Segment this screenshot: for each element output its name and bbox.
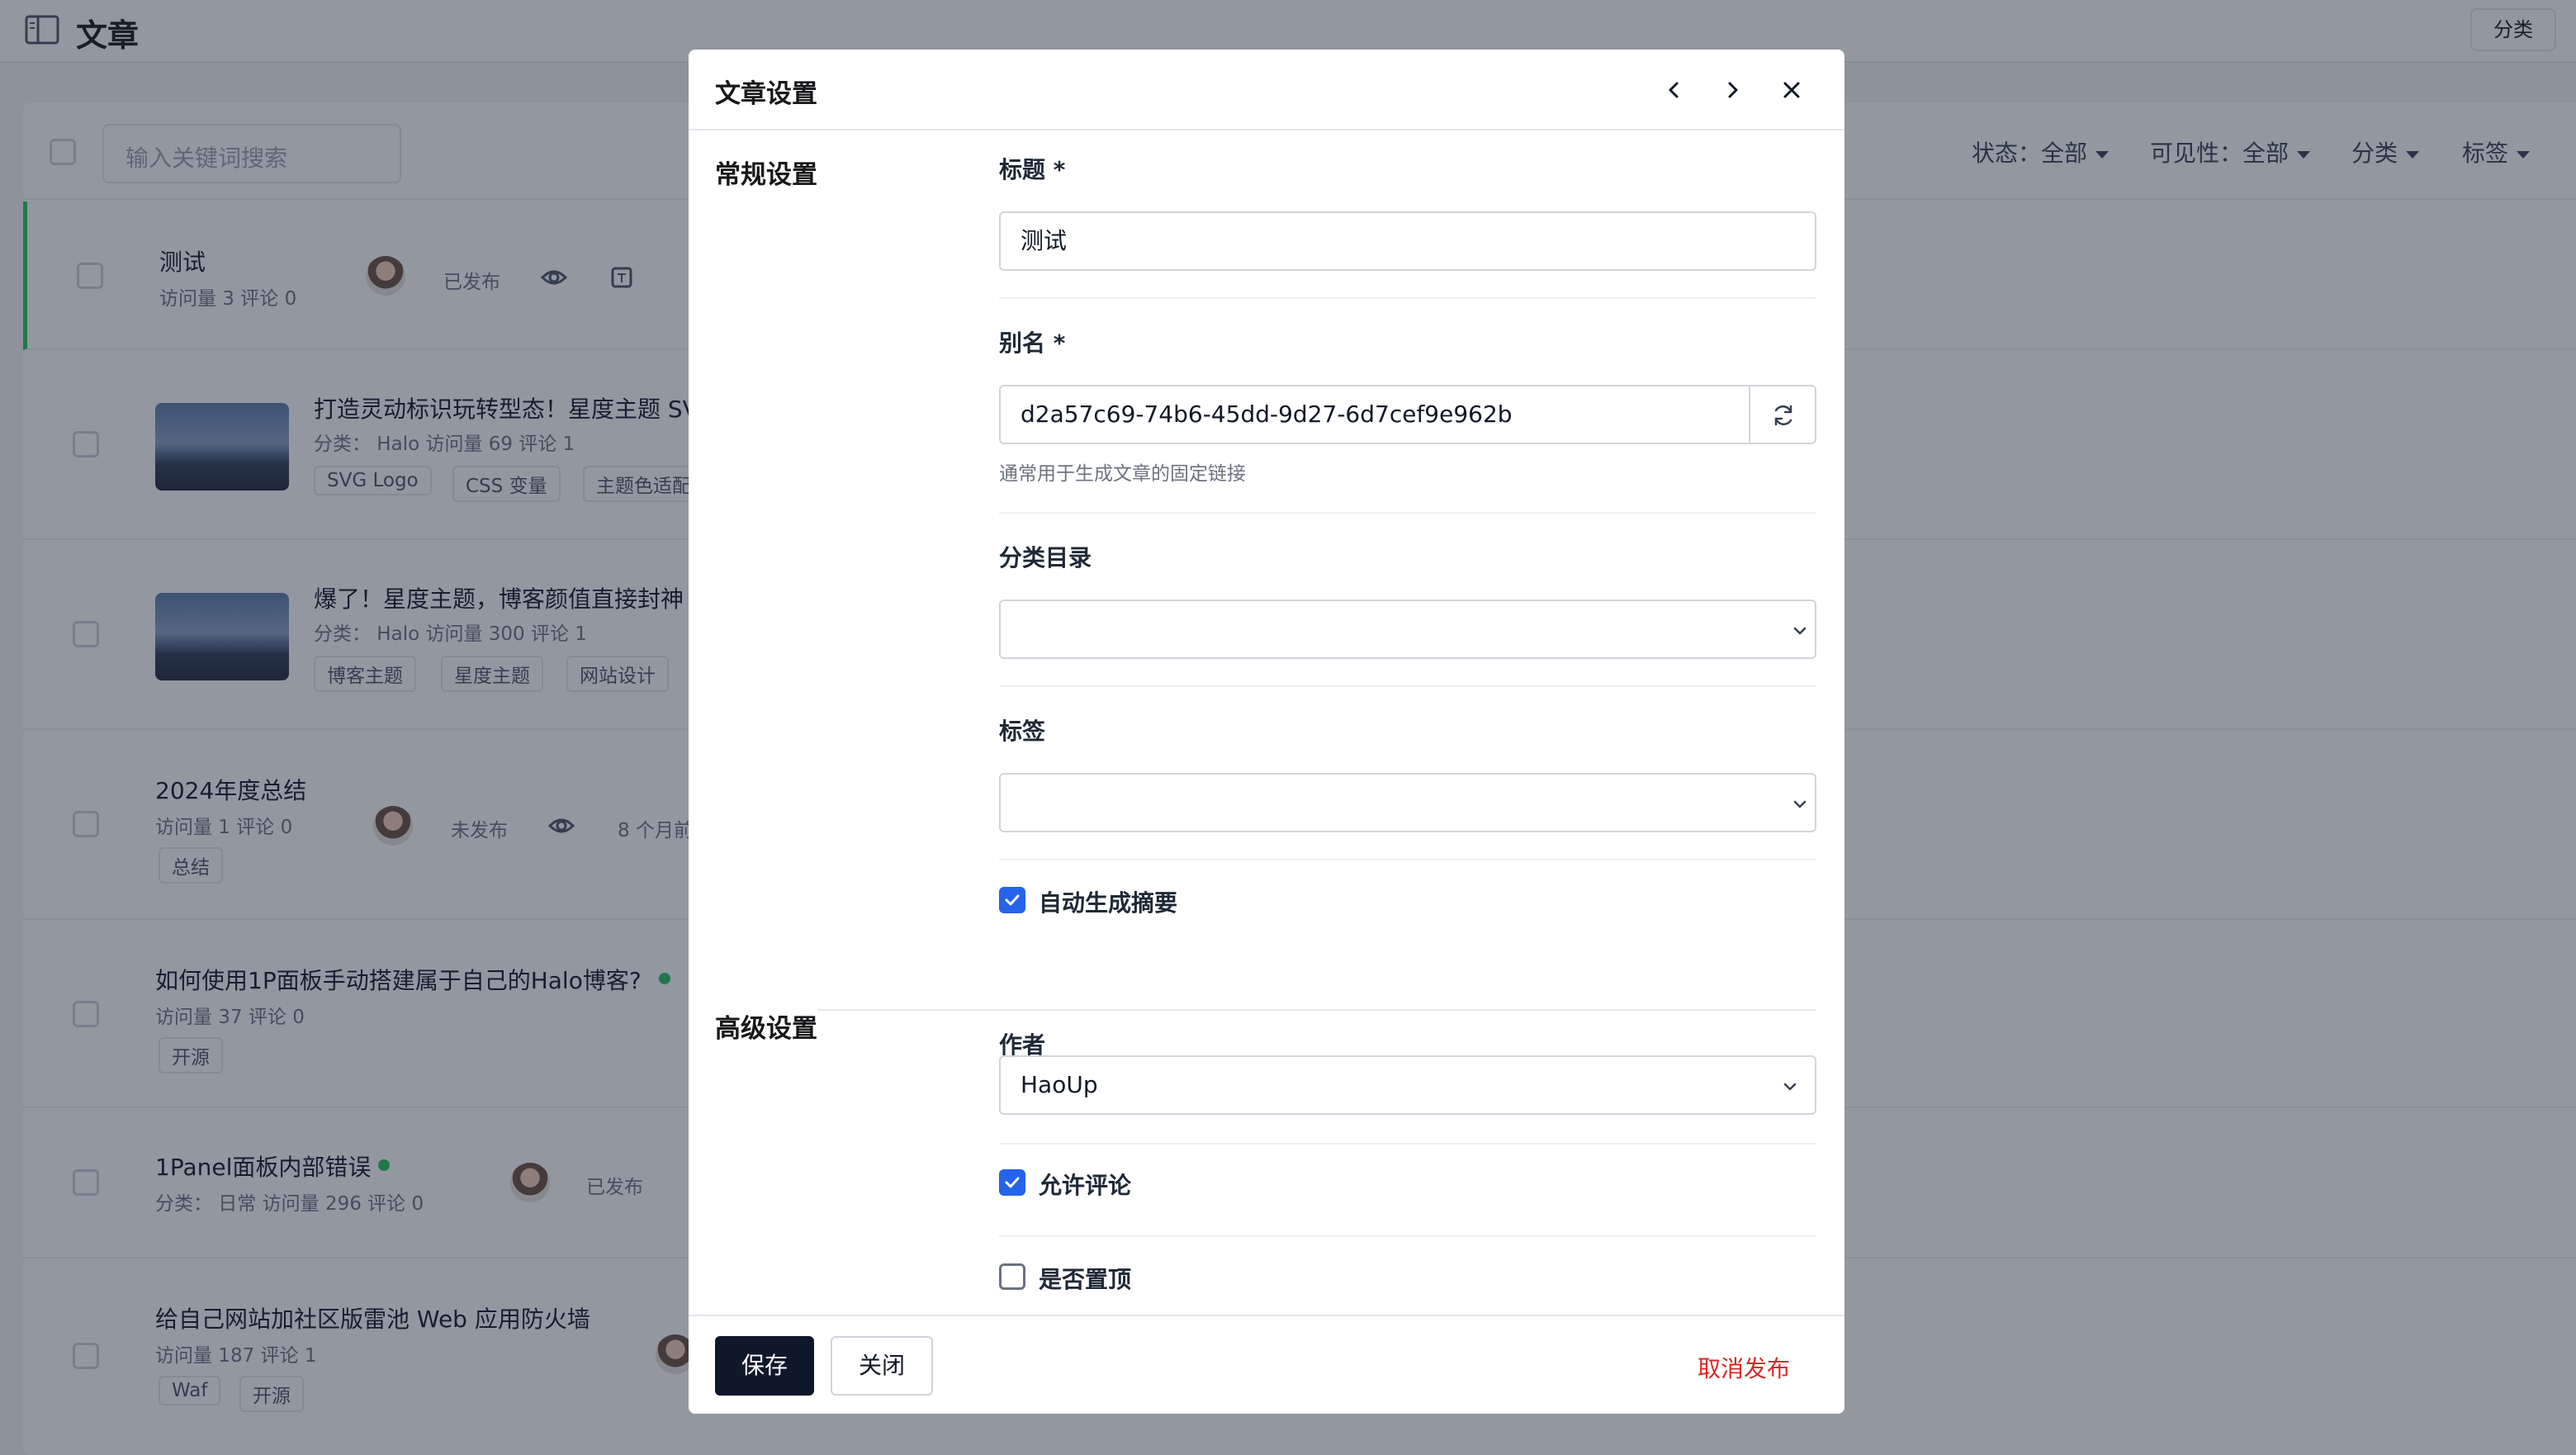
pinned-label: 是否置顶 <box>1039 1266 1132 1293</box>
divider <box>999 297 1816 299</box>
divider <box>999 1235 1816 1237</box>
divider <box>999 512 1816 514</box>
chevron-left-icon[interactable] <box>1658 73 1691 107</box>
advanced-settings-heading: 高级设置 <box>715 999 817 1045</box>
chevron-right-icon[interactable] <box>1716 73 1749 107</box>
divider <box>999 685 1816 687</box>
slug-label: 别名 * <box>999 329 1066 357</box>
modal-title: 文章设置 <box>715 79 817 109</box>
refresh-icon <box>1774 405 1792 426</box>
check-icon <box>1005 1177 1020 1188</box>
unpublish-button[interactable]: 取消发布 <box>1698 1351 1790 1384</box>
chevron-down-icon <box>1793 627 1807 635</box>
title-input[interactable]: 测试 <box>999 211 1816 271</box>
auto-excerpt-label: 自动生成摘要 <box>1039 889 1178 917</box>
post-settings-modal: 文章设置 常规设置 标题 * 测试 别名 * d2a57c69-74b6-45d… <box>689 50 1844 1414</box>
close-icon[interactable] <box>1775 73 1808 107</box>
regenerate-slug-button[interactable] <box>1749 385 1816 444</box>
slug-hint: 通常用于生成文章的固定链接 <box>999 463 1246 485</box>
tags-label: 标签 <box>999 718 1046 745</box>
title-label: 标题 * <box>999 156 1066 183</box>
category-label: 分类目录 <box>999 544 1092 571</box>
author-select[interactable]: HaoUp <box>999 1055 1816 1115</box>
section-divider <box>715 1009 1816 1011</box>
check-icon <box>1005 894 1020 906</box>
tags-select[interactable] <box>999 773 1816 832</box>
divider <box>999 1143 1816 1145</box>
save-button[interactable]: 保存 <box>715 1336 814 1396</box>
slug-input[interactable]: d2a57c69-74b6-45dd-9d27-6d7cef9e962b <box>999 385 1750 444</box>
auto-excerpt-checkbox[interactable] <box>999 887 1025 913</box>
allow-comment-checkbox[interactable] <box>999 1169 1025 1196</box>
modal-footer: 保存 关闭 取消发布 <box>689 1315 1844 1414</box>
pinned-checkbox[interactable] <box>999 1263 1025 1290</box>
category-select[interactable] <box>999 600 1816 659</box>
author-value: HaoUp <box>1020 1071 1098 1098</box>
divider <box>999 859 1816 860</box>
allow-comment-label: 允许评论 <box>1039 1172 1132 1199</box>
modal-body: 常规设置 标题 * 测试 别名 * d2a57c69-74b6-45dd-9d2… <box>689 132 1844 1315</box>
general-settings-heading: 常规设置 <box>715 160 817 190</box>
close-button[interactable]: 关闭 <box>831 1336 933 1396</box>
modal-header: 文章设置 <box>689 50 1844 130</box>
chevron-down-icon <box>1793 800 1807 808</box>
chevron-down-icon <box>1783 1083 1797 1091</box>
